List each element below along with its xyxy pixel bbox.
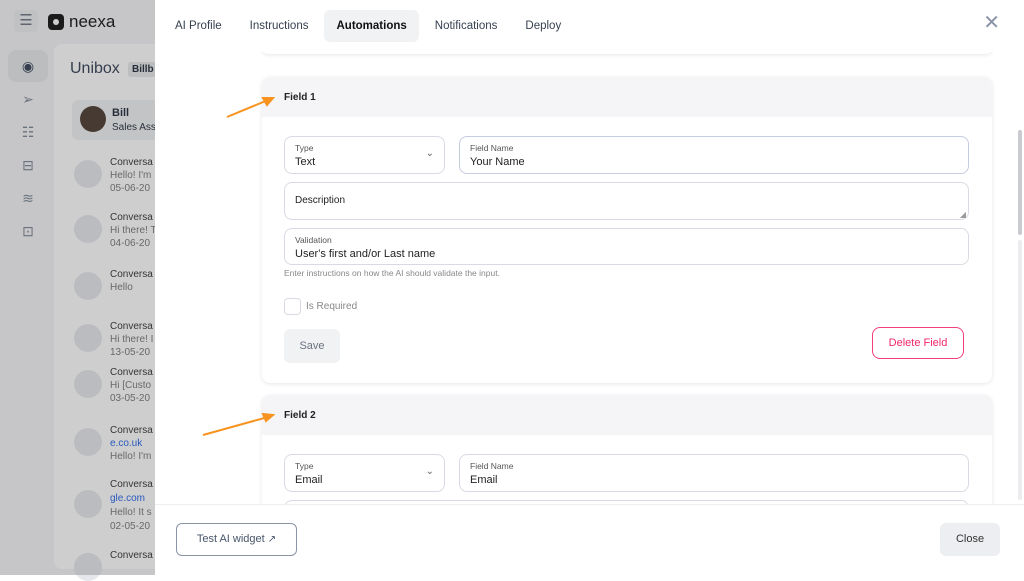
arrow-icon — [202, 412, 276, 436]
arrow-icon — [226, 97, 276, 118]
annotation-arrows — [202, 97, 276, 436]
